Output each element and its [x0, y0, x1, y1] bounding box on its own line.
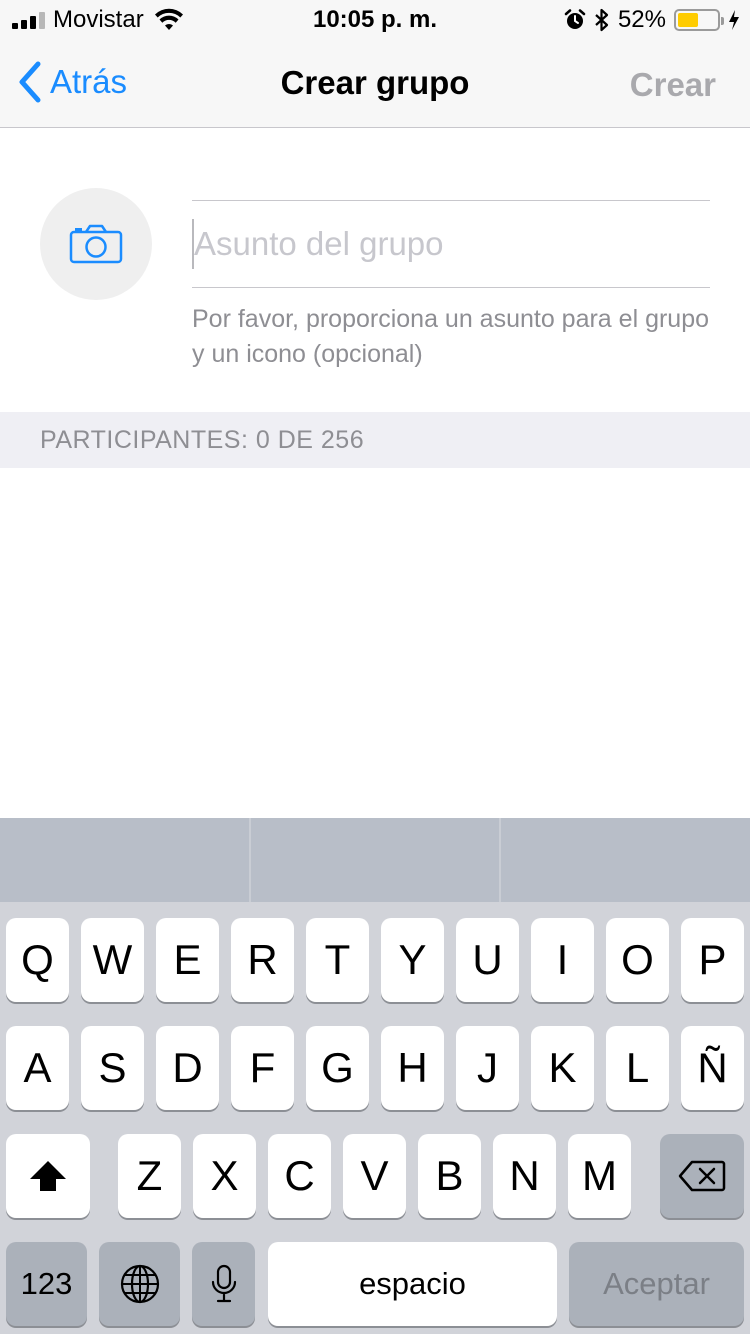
key-u[interactable]: U — [456, 918, 519, 1002]
key-v[interactable]: V — [343, 1134, 406, 1218]
group-subject-section: Por favor, proporciona un asunto para el… — [0, 129, 750, 412]
key-w[interactable]: W — [81, 918, 144, 1002]
key-enye[interactable]: Ñ — [681, 1026, 744, 1110]
key-n[interactable]: N — [493, 1134, 556, 1218]
dictation-key[interactable] — [192, 1242, 255, 1326]
key-q[interactable]: Q — [6, 918, 69, 1002]
globe-icon — [120, 1264, 159, 1304]
create-button[interactable]: Crear — [630, 66, 716, 104]
suggestion-slot[interactable] — [501, 818, 750, 902]
shift-arrow-icon — [30, 1161, 66, 1191]
bluetooth-icon — [595, 8, 609, 32]
charging-icon — [729, 10, 739, 30]
key-j[interactable]: J — [456, 1026, 519, 1110]
delete-key[interactable] — [660, 1134, 744, 1218]
key-b[interactable]: B — [418, 1134, 481, 1218]
divider — [192, 200, 710, 201]
key-y[interactable]: Y — [381, 918, 444, 1002]
key-i[interactable]: I — [531, 918, 594, 1002]
backspace-icon — [678, 1160, 726, 1192]
battery-icon — [674, 9, 724, 31]
key-f[interactable]: F — [231, 1026, 294, 1110]
predictive-bar — [0, 818, 750, 902]
key-o[interactable]: O — [606, 918, 669, 1002]
microphone-icon — [211, 1264, 236, 1303]
camera-icon — [69, 224, 123, 264]
key-z[interactable]: Z — [118, 1134, 181, 1218]
participants-header: PARTICIPANTES: 0 DE 256 — [0, 412, 750, 468]
navigation-bar: Atrás Crear grupo Crear — [0, 40, 750, 128]
key-r[interactable]: R — [231, 918, 294, 1002]
key-s[interactable]: S — [81, 1026, 144, 1110]
key-p[interactable]: P — [681, 918, 744, 1002]
key-h[interactable]: H — [381, 1026, 444, 1110]
suggestion-slot[interactable] — [251, 818, 502, 902]
key-t[interactable]: T — [306, 918, 369, 1002]
key-x[interactable]: X — [193, 1134, 256, 1218]
return-key[interactable]: Aceptar — [569, 1242, 744, 1326]
numbers-key[interactable]: 123 — [6, 1242, 87, 1326]
suggestion-slot[interactable] — [0, 818, 251, 902]
key-k[interactable]: K — [531, 1026, 594, 1110]
keyboard: Q W E R T Y U I O P A S D F G H J K L Ñ … — [0, 818, 750, 1334]
key-g[interactable]: G — [306, 1026, 369, 1110]
battery-level — [678, 13, 698, 27]
shift-key[interactable] — [6, 1134, 90, 1218]
key-m[interactable]: M — [568, 1134, 631, 1218]
battery-percent: 52% — [617, 6, 666, 33]
status-bar: Movistar 10:05 p. m. 52% — [0, 0, 750, 40]
alarm-icon — [564, 9, 586, 29]
divider — [192, 287, 710, 288]
space-key[interactable]: espacio — [268, 1242, 557, 1326]
key-c[interactable]: C — [268, 1134, 331, 1218]
key-d[interactable]: D — [156, 1026, 219, 1110]
key-a[interactable]: A — [6, 1026, 69, 1110]
key-e[interactable]: E — [156, 918, 219, 1002]
group-photo-button[interactable] — [40, 188, 152, 300]
group-subject-input[interactable] — [192, 219, 710, 269]
subject-hint: Por favor, proporciona un asunto para el… — [192, 305, 710, 368]
key-l[interactable]: L — [606, 1026, 669, 1110]
globe-key[interactable] — [99, 1242, 180, 1326]
